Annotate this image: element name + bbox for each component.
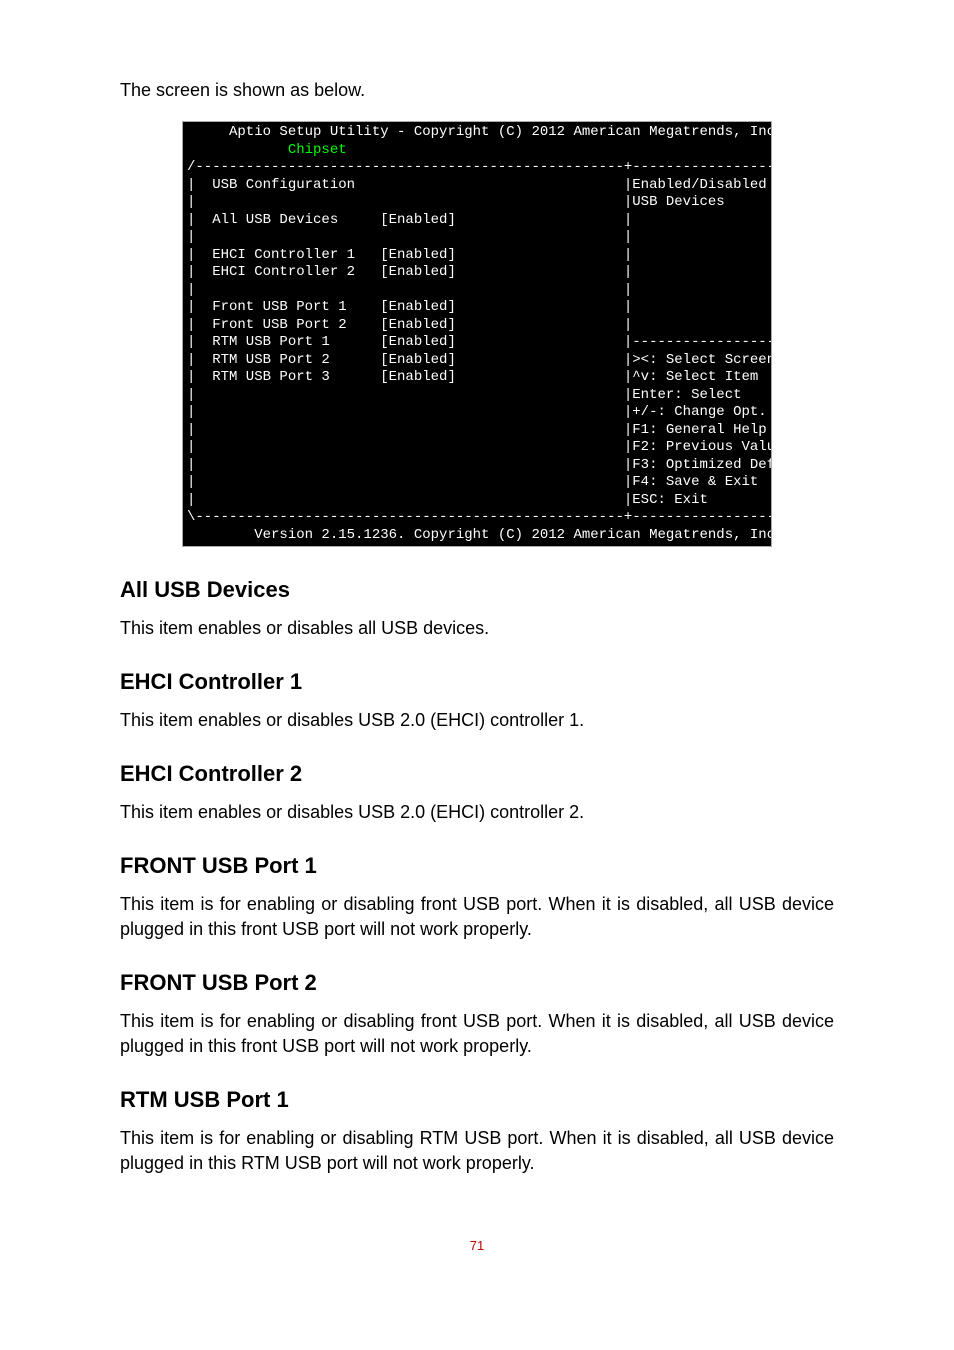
intro-text: The screen is shown as below. — [120, 78, 834, 103]
section-body: This item is for enabling or disabling f… — [120, 1009, 834, 1059]
section-body: This item enables or disables all USB de… — [120, 616, 834, 641]
section-body: This item enables or disables USB 2.0 (E… — [120, 708, 834, 733]
section-heading: EHCI Controller 1 — [120, 667, 834, 698]
section-heading: RTM USB Port 1 — [120, 1085, 834, 1116]
section-heading: FRONT USB Port 1 — [120, 851, 834, 882]
section-heading: All USB Devices — [120, 575, 834, 606]
bios-screenshot: Aptio Setup Utility - Copyright (C) 2012… — [182, 121, 772, 547]
section-body: This item is for enabling or disabling R… — [120, 1126, 834, 1176]
section-body: This item is for enabling or disabling f… — [120, 892, 834, 942]
section-body: This item enables or disables USB 2.0 (E… — [120, 800, 834, 825]
section-heading: EHCI Controller 2 — [120, 759, 834, 790]
section-heading: FRONT USB Port 2 — [120, 968, 834, 999]
page-number: 71 — [120, 1237, 834, 1255]
